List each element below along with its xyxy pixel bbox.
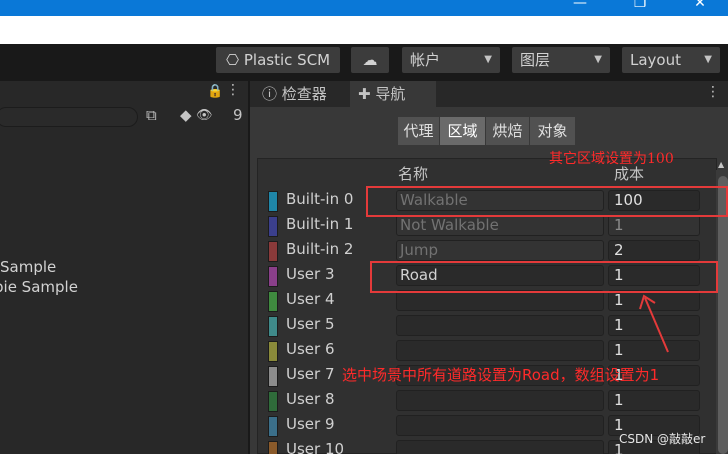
layout-label: Layout	[630, 51, 681, 69]
account-dropdown[interactable]: 帐户 ▼	[402, 47, 500, 73]
tab-navigation-label: 导航	[375, 85, 406, 103]
annotation-note-bottom: 选中场景中所有道路设置为Road，数组设置为1	[342, 366, 660, 384]
area-name-field[interactable]	[396, 340, 604, 361]
close-button[interactable]: ✕	[680, 0, 720, 14]
chevron-down-icon: ▼	[704, 54, 712, 65]
maximize-button[interactable]: ❐	[620, 0, 660, 14]
area-label: Built-in 1	[286, 215, 354, 233]
area-color-swatch[interactable]	[268, 241, 278, 262]
tab-agents[interactable]: 代理	[398, 117, 440, 145]
account-label: 帐户	[410, 51, 441, 69]
plastic-scm-label: Plastic SCM	[243, 51, 331, 69]
plastic-scm-icon: ⎔	[226, 51, 240, 69]
annotation-box-walkable	[366, 186, 728, 217]
scene-filter-icon[interactable]: ⧉	[146, 106, 157, 124]
info-icon: ⓘ	[262, 85, 278, 103]
layout-dropdown[interactable]: Layout ▼	[622, 47, 720, 73]
more-menu-icon[interactable]: ⋮	[706, 84, 720, 100]
hierarchy-item[interactable]: Sample	[0, 258, 56, 276]
cloud-icon: ☁	[362, 51, 378, 69]
area-name-field: Jump	[396, 240, 604, 261]
annotation-note-top: 其它区域设置为100	[549, 151, 674, 167]
layers-dropdown[interactable]: 图层 ▼	[512, 47, 610, 73]
area-row: User 5 1	[262, 313, 716, 338]
tab-inspector[interactable]: ⓘ 检查器	[262, 81, 348, 107]
area-cost-field: 1	[608, 215, 700, 236]
area-label: User 10	[286, 440, 345, 454]
area-row: Built-in 2 Jump 2	[262, 238, 716, 263]
area-label: User 4	[286, 290, 335, 308]
scroll-up-icon[interactable]: ▲	[718, 160, 724, 169]
more-menu-icon[interactable]: ⋮	[226, 82, 240, 98]
tab-navigation[interactable]: ✚ 导航	[350, 81, 436, 107]
area-label: User 7	[286, 365, 335, 383]
area-name-field[interactable]	[396, 390, 604, 411]
plastic-scm-button[interactable]: ⎔ Plastic SCM	[216, 47, 340, 73]
area-label: User 8	[286, 390, 335, 408]
area-color-swatch[interactable]	[268, 366, 278, 387]
hierarchy-search-input[interactable]	[0, 107, 138, 127]
area-cost-field[interactable]: 2	[608, 240, 700, 261]
scrollbar-thumb[interactable]	[718, 176, 728, 454]
tab-inspector-label: 检查器	[281, 85, 327, 103]
area-color-swatch[interactable]	[268, 391, 278, 412]
column-header-name: 名称	[398, 165, 429, 183]
area-row: User 8 1	[262, 388, 716, 413]
area-color-swatch[interactable]	[268, 341, 278, 362]
hierarchy-item[interactable]: pie Sample	[0, 278, 78, 296]
area-name-field[interactable]	[396, 290, 604, 311]
area-color-swatch[interactable]	[268, 316, 278, 337]
layers-label: 图层	[520, 51, 551, 69]
hidden-count: 9	[233, 106, 243, 124]
tab-object[interactable]: 对象	[530, 117, 576, 145]
area-label: Built-in 0	[286, 190, 354, 208]
area-color-swatch[interactable]	[268, 441, 278, 454]
area-cost-field[interactable]: 1	[608, 390, 700, 411]
area-color-swatch[interactable]	[268, 266, 278, 287]
area-label: Built-in 2	[286, 240, 354, 258]
area-color-swatch[interactable]	[268, 216, 278, 237]
annotation-box-road	[370, 261, 718, 293]
area-label: User 9	[286, 415, 335, 433]
navigation-icon: ✚	[358, 85, 371, 103]
area-label: User 5	[286, 315, 335, 333]
watermark: CSDN @敲敲er	[619, 432, 706, 446]
tab-areas[interactable]: 区域	[440, 117, 486, 145]
area-name-field: Not Walkable	[396, 215, 604, 236]
area-cost-field[interactable]: 1	[608, 340, 700, 361]
area-cost-field[interactable]: 1	[608, 315, 700, 336]
menu-strip	[0, 16, 728, 44]
lock-icon[interactable]: 🔒	[207, 84, 223, 99]
area-cost-field[interactable]: 1	[608, 290, 700, 311]
cloud-button[interactable]: ☁	[351, 47, 389, 73]
minimize-button[interactable]: —	[560, 0, 600, 14]
tab-bake[interactable]: 烘焙	[486, 117, 530, 145]
area-name-field[interactable]	[396, 440, 604, 454]
area-color-swatch[interactable]	[268, 191, 278, 212]
area-label: User 3	[286, 265, 335, 283]
chevron-down-icon: ▼	[484, 54, 492, 65]
area-name-field[interactable]	[396, 415, 604, 436]
area-label: User 6	[286, 340, 335, 358]
visibility-icon[interactable]: 👁	[196, 108, 213, 123]
area-color-swatch[interactable]	[268, 291, 278, 312]
area-name-field[interactable]	[396, 315, 604, 336]
chevron-down-icon: ▼	[594, 54, 602, 65]
area-row: User 6 1	[262, 338, 716, 363]
window-titlebar	[0, 0, 728, 16]
tag-icon[interactable]: ◆	[180, 106, 192, 124]
area-color-swatch[interactable]	[268, 416, 278, 437]
